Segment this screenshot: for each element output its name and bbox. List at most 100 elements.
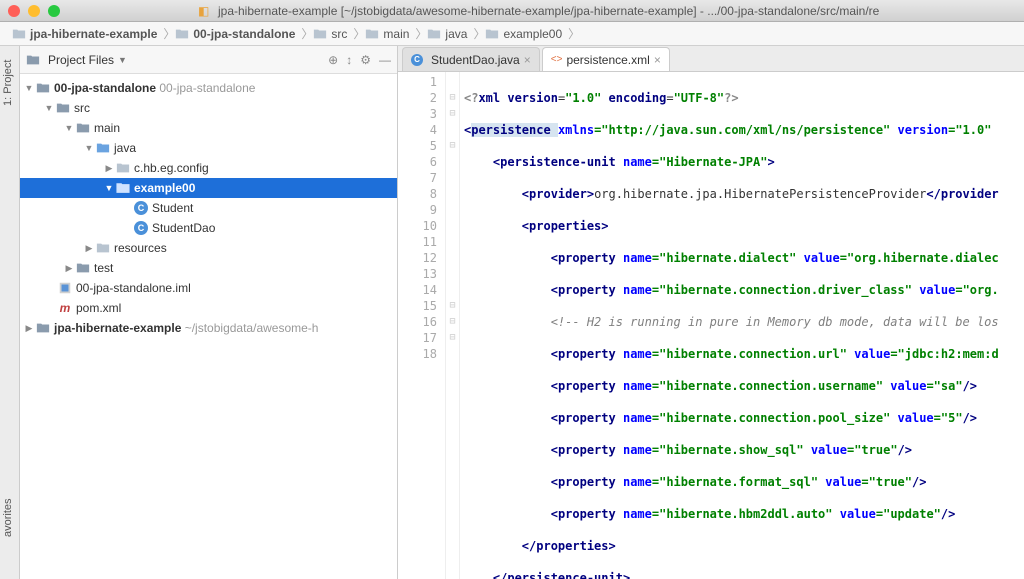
tree-label: c.hb.eg.config — [134, 161, 209, 175]
crumb-label: main — [383, 27, 409, 41]
line-number: 8 — [400, 186, 437, 202]
class-icon: C — [411, 54, 423, 66]
package-icon — [116, 181, 130, 195]
tree-row-module-root[interactable]: ▼00-jpa-standalone 00-jpa-standalone — [20, 78, 397, 98]
main-area: 1: Project avorites Project Files ▼ ⊕ ↕ … — [0, 46, 1024, 579]
breadcrumb: jpa-hibernate-example 〉 00-jpa-standalon… — [0, 22, 1024, 46]
disclosure-open-icon[interactable]: ▼ — [24, 83, 34, 93]
traffic-lights — [8, 5, 60, 17]
tree-row-resources[interactable]: ▶ resources — [20, 238, 397, 258]
panel-view-selector[interactable]: Project Files ▼ — [26, 53, 328, 67]
source-folder-icon — [96, 141, 110, 155]
code-line: </persistence-unit> — [464, 570, 1024, 579]
project-tree[interactable]: ▼00-jpa-standalone 00-jpa-standalone ▼sr… — [20, 74, 397, 579]
line-number-gutter: 1 2 3 4 5 6 7 8 9 10 11 12 13 14 15 16 1… — [398, 72, 446, 579]
panel-title-text: Project Files — [48, 53, 114, 67]
panel-header: Project Files ▼ ⊕ ↕ ⚙ — — [20, 46, 397, 74]
maximize-window-button[interactable] — [48, 5, 60, 17]
code-line: <property name="hibernate.format_sql" va… — [464, 474, 1024, 490]
crumb-3[interactable]: main — [359, 27, 415, 41]
disclosure-open-icon[interactable]: ▼ — [84, 143, 94, 153]
crumb-4[interactable]: java — [421, 27, 473, 41]
tree-label: test — [94, 261, 113, 275]
code-editor[interactable]: <?xml version="1.0" encoding="UTF-8"?> <… — [460, 72, 1024, 579]
disclosure-open-icon[interactable]: ▼ — [64, 123, 74, 133]
tab-persistence-xml[interactable]: <>persistence.xml× — [542, 47, 670, 71]
line-number: 9 — [400, 202, 437, 218]
line-number: 17 — [400, 330, 437, 346]
tree-row-java[interactable]: ▼ java — [20, 138, 397, 158]
crumb-label: java — [445, 27, 467, 41]
crumb-label: src — [331, 27, 347, 41]
disclosure-closed-icon[interactable]: ▶ — [104, 163, 114, 173]
tree-label: resources — [114, 241, 167, 255]
line-number: 2 — [400, 90, 437, 106]
code-line: <property name="hibernate.connection.poo… — [464, 410, 1024, 426]
class-icon: C — [134, 221, 148, 235]
code-line: <property name="hibernate.connection.dri… — [464, 282, 1024, 298]
minimize-window-button[interactable] — [28, 5, 40, 17]
tree-row-iml[interactable]: 00-jpa-standalone.iml — [20, 278, 397, 298]
line-number: 13 — [400, 266, 437, 282]
line-number: 4 — [400, 122, 437, 138]
tree-label: example00 — [134, 181, 195, 195]
tree-row-module-root2[interactable]: ▶jpa-hibernate-example ~/jstobigdata/awe… — [20, 318, 397, 338]
project-tool-tab[interactable]: 1: Project — [2, 60, 14, 106]
disclosure-closed-icon[interactable]: ▶ — [64, 263, 74, 273]
project-panel: Project Files ▼ ⊕ ↕ ⚙ — ▼ 00-jpa-standalo… — [20, 46, 398, 579]
tree-row-class-student[interactable]: CStudent — [20, 198, 397, 218]
tab-label: persistence.xml — [566, 53, 649, 67]
tree-row-test[interactable]: ▶ test — [20, 258, 397, 278]
tab-studentdao[interactable]: C StudentDao.java × — [402, 47, 540, 71]
package-icon — [485, 27, 499, 41]
disclosure-open-icon[interactable]: ▼ — [104, 183, 114, 193]
close-icon[interactable]: × — [654, 53, 661, 67]
iml-file-icon — [58, 281, 72, 295]
editor-tabs: CStudentDao.java× <>persistence.xml× — [398, 46, 1024, 72]
crumb-label: jpa-hibernate-example — [30, 27, 157, 41]
favorites-tool-tab[interactable]: avorites — [2, 498, 14, 537]
crumb-5[interactable]: example00 — [479, 27, 568, 41]
line-number: 7 — [400, 170, 437, 186]
line-number: 18 — [400, 346, 437, 362]
left-tool-rail: 1: Project avorites — [0, 46, 20, 579]
locate-icon[interactable]: ⊕ — [328, 53, 338, 67]
gear-icon[interactable]: ⚙ — [360, 53, 371, 67]
tree-hint: ~/jstobigdata/awesome-h — [185, 321, 319, 335]
code-line: <property name="hibernate.hbm2ddl.auto" … — [464, 506, 1024, 522]
line-number: 1 — [400, 74, 437, 90]
window-title-text: jpa-hibernate-example [~/jstobigdata/awe… — [218, 4, 879, 18]
tree-row-pkg-example00[interactable]: ▼ example00 — [20, 178, 397, 198]
collapse-icon[interactable]: ↕ — [346, 53, 352, 67]
line-number: 11 — [400, 234, 437, 250]
tree-row-pkg-config[interactable]: ▶ c.hb.eg.config — [20, 158, 397, 178]
tree-row-class-studentdao[interactable]: CStudentDao — [20, 218, 397, 238]
line-number: 5 — [400, 138, 437, 154]
crumb-2[interactable]: src — [307, 27, 353, 41]
title-bar: ◧ jpa-hibernate-example [~/jstobigdata/a… — [0, 0, 1024, 22]
close-window-button[interactable] — [8, 5, 20, 17]
close-icon[interactable]: × — [524, 53, 531, 67]
crumb-0[interactable]: jpa-hibernate-example — [6, 27, 163, 41]
tab-label: StudentDao.java — [431, 53, 520, 67]
tree-label: main — [94, 121, 120, 135]
line-number: 12 — [400, 250, 437, 266]
editor-body: 1 2 3 4 5 6 7 8 9 10 11 12 13 14 15 16 1… — [398, 72, 1024, 579]
folder-icon — [56, 101, 70, 115]
tree-row-src[interactable]: ▼src — [20, 98, 397, 118]
code-line: <property name="hibernate.connection.use… — [464, 378, 1024, 394]
disclosure-open-icon[interactable]: ▼ — [44, 103, 54, 113]
tree-hint: 00-jpa-standalone — [159, 81, 255, 95]
resources-folder-icon — [96, 241, 110, 255]
tree-row-main[interactable]: ▼ main — [20, 118, 397, 138]
crumb-1[interactable]: 00-jpa-standalone — [169, 27, 301, 41]
editor-area: CStudentDao.java× <>persistence.xml× 1 2… — [398, 46, 1024, 579]
tree-label: java — [114, 141, 136, 155]
line-number: 15 — [400, 298, 437, 314]
disclosure-closed-icon[interactable]: ▶ — [24, 323, 34, 333]
code-line: <persistence xmlns="http://java.sun.com/… — [464, 122, 1024, 138]
hide-icon[interactable]: — — [379, 53, 391, 67]
disclosure-closed-icon[interactable]: ▶ — [84, 243, 94, 253]
folder-icon — [76, 261, 90, 275]
tree-row-pom[interactable]: mpom.xml — [20, 298, 397, 318]
